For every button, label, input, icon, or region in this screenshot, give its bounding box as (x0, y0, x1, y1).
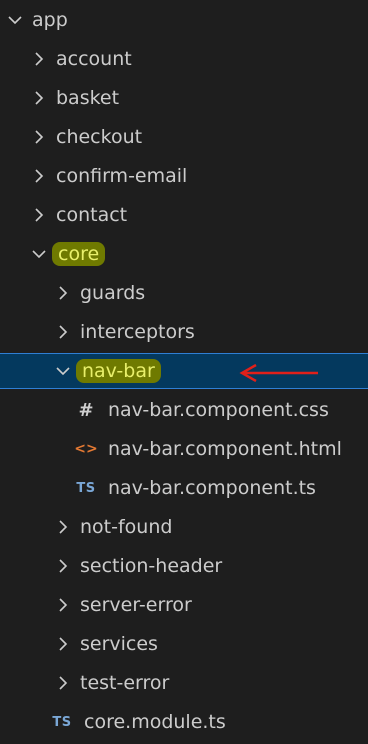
file-item-nav-bar-component-html[interactable]: <> nav-bar.component.html (0, 431, 368, 467)
tree-item-label: services (80, 633, 158, 655)
folder-item-app[interactable]: app (0, 2, 368, 38)
tree-item-label: nav-bar.component.ts (108, 477, 316, 499)
folder-item-not-found[interactable]: not-found (0, 509, 368, 545)
folder-item-checkout[interactable]: checkout (0, 119, 368, 155)
tree-item-label: nav-bar (76, 359, 161, 383)
chevron-right-icon[interactable] (56, 636, 70, 652)
folder-item-server-error[interactable]: server-error (0, 587, 368, 623)
folder-item-test-error[interactable]: test-error (0, 665, 368, 701)
folder-item-section-header[interactable]: section-header (0, 548, 368, 584)
chevron-right-icon[interactable] (56, 597, 70, 613)
chevron-right-icon[interactable] (56, 285, 70, 301)
folder-item-core[interactable]: core (0, 236, 368, 272)
typescript-icon: TS (76, 480, 96, 496)
chevron-right-icon[interactable] (32, 168, 46, 184)
tree-item-label: interceptors (80, 321, 195, 343)
chevron-right-icon[interactable] (32, 90, 46, 106)
tree-item-label: contact (56, 204, 128, 226)
tree-item-label: guards (80, 282, 146, 304)
folder-item-services[interactable]: services (0, 626, 368, 662)
tree-item-label: checkout (56, 126, 143, 148)
tree-item-label: nav-bar.component.css (108, 399, 329, 421)
tree-item-label: core.module.ts (84, 711, 226, 733)
folder-item-nav-bar[interactable]: nav-bar (0, 353, 368, 389)
chevron-right-icon[interactable] (32, 51, 46, 67)
css-hash-icon: # (78, 399, 94, 421)
folder-item-guards[interactable]: guards (0, 275, 368, 311)
chevron-right-icon[interactable] (56, 558, 70, 574)
file-item-core-module-ts[interactable]: TS core.module.ts (0, 704, 368, 740)
tree-item-label: nav-bar.component.html (108, 438, 342, 460)
file-item-nav-bar-component-css[interactable]: # nav-bar.component.css (0, 392, 368, 428)
chevron-down-icon[interactable] (32, 246, 46, 262)
folder-item-confirm-email[interactable]: confirm-email (0, 158, 368, 194)
typescript-icon: TS (52, 714, 72, 730)
chevron-down-icon[interactable] (8, 12, 22, 28)
tree-item-label: app (32, 9, 68, 31)
folder-item-contact[interactable]: contact (0, 197, 368, 233)
folder-item-interceptors[interactable]: interceptors (0, 314, 368, 350)
chevron-right-icon[interactable] (32, 207, 46, 223)
tree-item-label: core (52, 242, 106, 266)
tree-item-label: confirm-email (56, 165, 188, 187)
chevron-right-icon[interactable] (56, 675, 70, 691)
tree-item-label: not-found (80, 516, 173, 538)
chevron-right-icon[interactable] (56, 519, 70, 535)
file-explorer-tree: app account basket checkout confirm-email con… (0, 0, 368, 744)
tree-item-label: server-error (80, 594, 192, 616)
red-arrow-icon (239, 364, 318, 382)
tree-item-label: test-error (80, 672, 170, 694)
chevron-right-icon[interactable] (56, 324, 70, 340)
file-item-nav-bar-component-ts[interactable]: TS nav-bar.component.ts (0, 470, 368, 506)
tree-item-label: account (56, 48, 132, 70)
html-brackets-icon: <> (74, 441, 98, 457)
tree-item-label: section-header (80, 555, 223, 577)
chevron-down-icon[interactable] (56, 363, 70, 379)
tree-item-label: basket (56, 87, 120, 109)
chevron-right-icon[interactable] (32, 129, 46, 145)
folder-item-basket[interactable]: basket (0, 80, 368, 116)
folder-item-account[interactable]: account (0, 41, 368, 77)
